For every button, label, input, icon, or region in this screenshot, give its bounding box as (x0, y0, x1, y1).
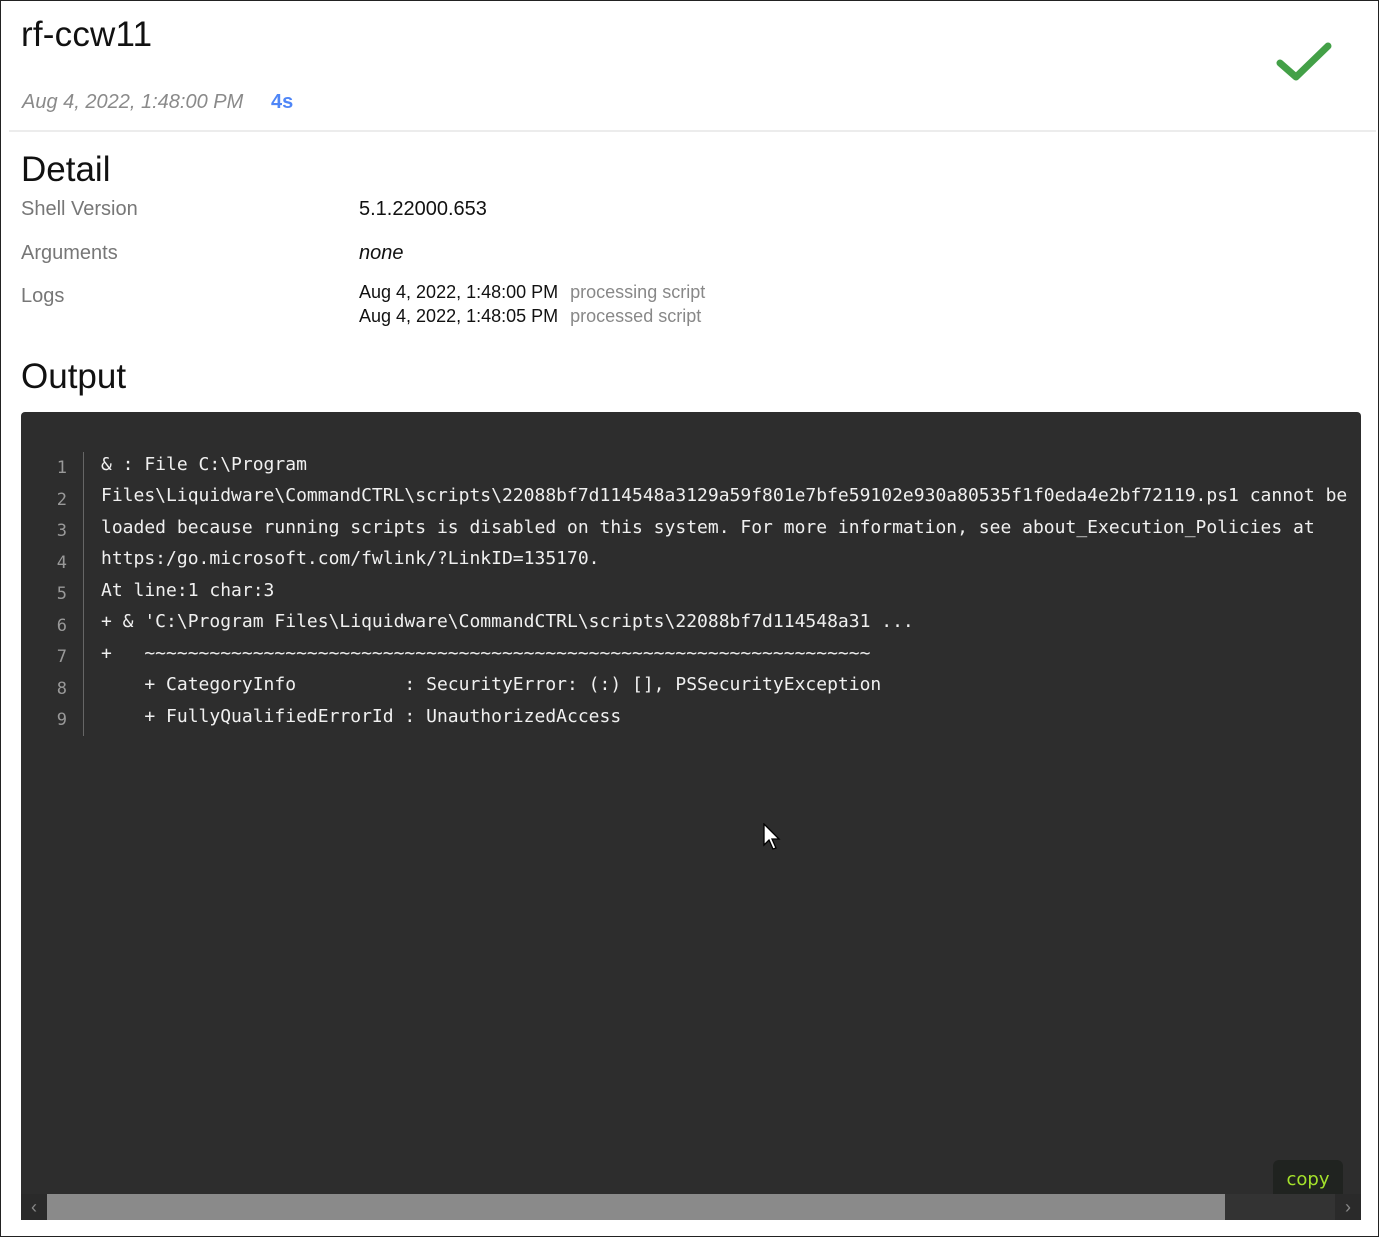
page-title: rf-ccw11 (21, 15, 153, 54)
scrollbar-thumb[interactable] (47, 1194, 1225, 1220)
scroll-left-icon[interactable]: ‹ (21, 1194, 47, 1220)
detail-section-title: Detail (21, 150, 111, 189)
run-timestamp: Aug 4, 2022, 1:48:00 PM (22, 91, 244, 113)
scroll-right-icon[interactable]: › (1335, 1194, 1361, 1220)
run-duration: 4s (271, 91, 294, 113)
code-line: + & 'C:\Program Files\Liquidware\Command… (101, 611, 914, 632)
shell-version-value: 5.1.22000.653 (359, 198, 487, 220)
code-line: + ~~~~~~~~~~~~~~~~~~~~~~~~~~~~~~~~~~~~~~… (101, 643, 871, 664)
log-entry: Aug 4, 2022, 1:48:00 PM processing script (359, 282, 705, 303)
run-header: rf-ccw11 Aug 4, 2022, 1:48:00 PM 4s (9, 1, 1376, 129)
code-line: https:/go.microsoft.com/fwlink/?LinkID=1… (101, 548, 600, 569)
mouse-cursor-icon (763, 823, 781, 850)
output-code-block[interactable]: 1 2 3 4 5 6 7 8 9 & : File C:\Program Fi… (21, 412, 1361, 1220)
line-number: 4 (56, 553, 67, 573)
logs-label: Logs (21, 285, 65, 307)
header-divider (9, 130, 1376, 132)
arguments-value: none (359, 242, 404, 264)
code-line: At line:1 char:3 (101, 580, 275, 601)
code-line: Files\Liquidware\CommandCTRL\scripts\220… (101, 485, 1348, 506)
code-line: loaded because running scripts is disabl… (101, 517, 1315, 538)
log-entry: Aug 4, 2022, 1:48:05 PM processed script (359, 306, 701, 327)
line-number: 5 (56, 584, 67, 604)
log-message: processing script (570, 282, 706, 302)
line-number: 7 (56, 647, 67, 667)
shell-version-label: Shell Version (21, 198, 138, 220)
line-number: 9 (56, 710, 67, 730)
line-number: 3 (56, 521, 67, 541)
line-number: 2 (56, 490, 67, 510)
code-line: + FullyQualifiedErrorId : UnauthorizedAc… (101, 706, 622, 727)
horizontal-scrollbar[interactable]: ‹ › (21, 1194, 1361, 1220)
line-number: 6 (56, 616, 67, 636)
log-message: processed script (570, 306, 702, 326)
line-number: 8 (56, 679, 67, 699)
check-icon (1276, 42, 1332, 81)
arguments-label: Arguments (21, 242, 118, 264)
log-time: Aug 4, 2022, 1:48:05 PM (359, 306, 559, 326)
code-line: + CategoryInfo : SecurityError: (:) [], … (101, 674, 882, 695)
log-time: Aug 4, 2022, 1:48:00 PM (359, 282, 559, 302)
line-number: 1 (56, 458, 67, 478)
line-number-gutter: 1 2 3 4 5 6 7 8 9 (21, 452, 84, 736)
code-line: & : File C:\Program (101, 454, 307, 475)
output-section-title: Output (21, 357, 127, 396)
